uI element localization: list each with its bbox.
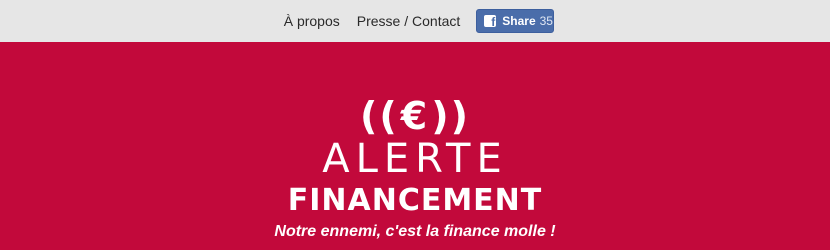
tagline: Notre ennemi, c'est la finance molle !	[274, 223, 556, 240]
share-count: 35	[539, 14, 553, 28]
euro-alert-icon: ((€))	[0, 96, 830, 136]
share-label: Share	[502, 14, 536, 28]
top-navigation-bar: À propos Presse / Contact f Share 35	[0, 0, 830, 42]
nav-link-presse-contact[interactable]: Presse / Contact	[357, 13, 461, 29]
signal-waves-right: ))	[431, 94, 470, 138]
logo-title-alerte: ALERTE	[322, 136, 508, 182]
facebook-share-button[interactable]: f Share 35	[476, 9, 555, 33]
nav-menu: À propos Presse / Contact f Share 35	[276, 9, 555, 33]
facebook-icon: f	[484, 15, 497, 28]
nav-link-a-propos[interactable]: À propos	[284, 13, 340, 29]
logo-title-financement: FINANCEMENT	[287, 183, 543, 218]
euro-icon: €	[400, 94, 430, 138]
signal-waves-left: ((	[360, 94, 399, 138]
hero-banner: ((€)) ALERTE FINANCEMENT Notre ennemi, c…	[0, 42, 830, 250]
